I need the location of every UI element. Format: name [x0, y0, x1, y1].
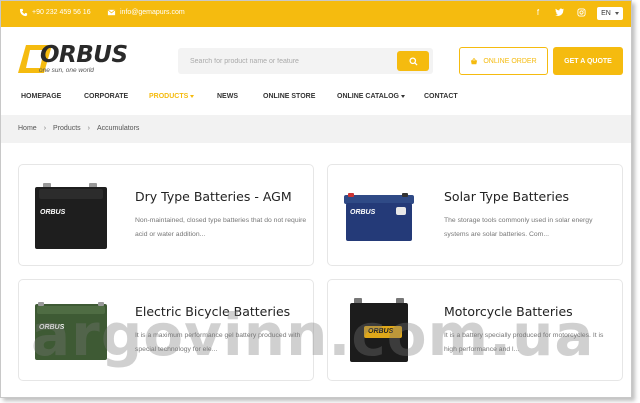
nav-label: PRODUCTS: [149, 93, 189, 100]
twitter-icon[interactable]: [554, 8, 564, 18]
nav-item-homepage[interactable]: HOMEPAGE: [21, 93, 61, 100]
search-icon: [408, 56, 418, 66]
nav-item-online-store[interactable]: ONLINE STORE: [263, 93, 315, 100]
language-select[interactable]: EN: [597, 7, 623, 20]
product-description: The storage tools commonly used in solar…: [444, 217, 593, 238]
nav-label: NEWS: [217, 93, 238, 100]
product-title[interactable]: Motorcycle Batteries: [444, 304, 573, 319]
get-quote-label: GET A QUOTE: [564, 57, 612, 65]
search-input[interactable]: [178, 48, 393, 74]
nav-label: CORPORATE: [84, 93, 129, 100]
phone-contact[interactable]: +90 232 459 56 16: [19, 8, 91, 17]
phone-number: +90 232 459 56 16: [32, 9, 91, 16]
nav-label: ONLINE STORE: [263, 93, 316, 100]
mail-icon: [107, 9, 116, 16]
product-card-motorcycle[interactable]: ORBUS Motorcycle Batteries It is a batte…: [327, 279, 623, 381]
breadcrumb-bar: Home › Products › Accumulators: [1, 115, 631, 143]
chevron-down-icon: [190, 94, 195, 98]
electric-bicycle-battery-image: ORBUS: [35, 302, 107, 360]
chevron-right-icon: ›: [87, 125, 90, 132]
logo-text: ORBUS: [40, 42, 128, 68]
chevron-down-icon: [614, 12, 619, 15]
breadcrumb: Home › Products › Accumulators: [18, 125, 139, 132]
breadcrumb-products[interactable]: Products: [53, 125, 81, 132]
instagram-icon[interactable]: [576, 8, 586, 18]
chevron-down-icon: [400, 94, 405, 98]
product-description: It is a maximum performance gel battery …: [135, 332, 301, 353]
product-title[interactable]: Electric Bicycle Batteries: [135, 304, 290, 319]
nav-item-online-catalog[interactable]: ONLINE CATALOG: [337, 93, 405, 100]
get-quote-button[interactable]: GET A QUOTE: [553, 47, 623, 75]
product-title[interactable]: Dry Type Batteries - AGM: [135, 189, 292, 204]
online-order-button[interactable]: ONLINE ORDER: [459, 47, 548, 75]
facebook-icon[interactable]: f: [533, 8, 543, 18]
product-title[interactable]: Solar Type Batteries: [444, 189, 569, 204]
product-card-agm[interactable]: ORBUS Dry Type Batteries - AGM Non-maint…: [18, 164, 314, 266]
battery-brand-label: ORBUS: [39, 324, 65, 331]
nav-label: CONTACT: [424, 93, 458, 100]
product-card-solar[interactable]: ORBUS Solar Type Batteries The storage t…: [327, 164, 623, 266]
motorcycle-battery-image: ORBUS: [350, 298, 408, 362]
nav-item-news[interactable]: NEWS: [217, 93, 238, 100]
product-card-electric-bicycle[interactable]: ORBUS Electric Bicycle Batteries It is a…: [18, 279, 314, 381]
logo-tagline: one sun, one world: [39, 67, 94, 74]
breadcrumb-home[interactable]: Home: [18, 125, 37, 132]
breadcrumb-current: Accumulators: [97, 125, 140, 132]
language-label: EN: [601, 10, 611, 17]
browser-frame: +90 232 459 56 16 info@gemapurs.com f EN…: [0, 0, 632, 398]
battery-brand-label: ORBUS: [368, 328, 394, 335]
battery-brand-label: ORBUS: [350, 209, 376, 216]
product-description: Non-maintained, closed type batteries th…: [135, 217, 307, 238]
nav-item-corporate[interactable]: CORPORATE: [84, 93, 128, 100]
nav-item-products[interactable]: PRODUCTS: [149, 93, 195, 100]
solar-battery-image: ORBUS: [344, 193, 414, 241]
email-address: info@gemapurs.com: [120, 9, 185, 16]
nav-item-contact[interactable]: CONTACT: [424, 93, 458, 100]
battery-brand-label: ORBUS: [40, 209, 66, 216]
search-bar: [178, 48, 433, 74]
agm-battery-image: ORBUS: [35, 181, 107, 249]
basket-icon: [471, 57, 478, 64]
online-order-label: ONLINE ORDER: [483, 57, 537, 65]
main-nav: HOMEPAGE CORPORATE PRODUCTS NEWS ONLINE …: [1, 93, 631, 105]
nav-label: HOMEPAGE: [21, 93, 62, 100]
top-bar: +90 232 459 56 16 info@gemapurs.com f EN: [1, 1, 631, 27]
chevron-right-icon: ›: [43, 125, 47, 132]
email-contact[interactable]: info@gemapurs.com: [107, 8, 185, 17]
phone-icon: [19, 8, 28, 17]
product-description: It is a battery specially produced for m…: [444, 332, 604, 353]
orbus-logo[interactable]: ORBUS one sun, one world: [18, 42, 128, 77]
nav-label: ONLINE CATALOG: [337, 93, 399, 100]
search-button[interactable]: [397, 51, 429, 71]
